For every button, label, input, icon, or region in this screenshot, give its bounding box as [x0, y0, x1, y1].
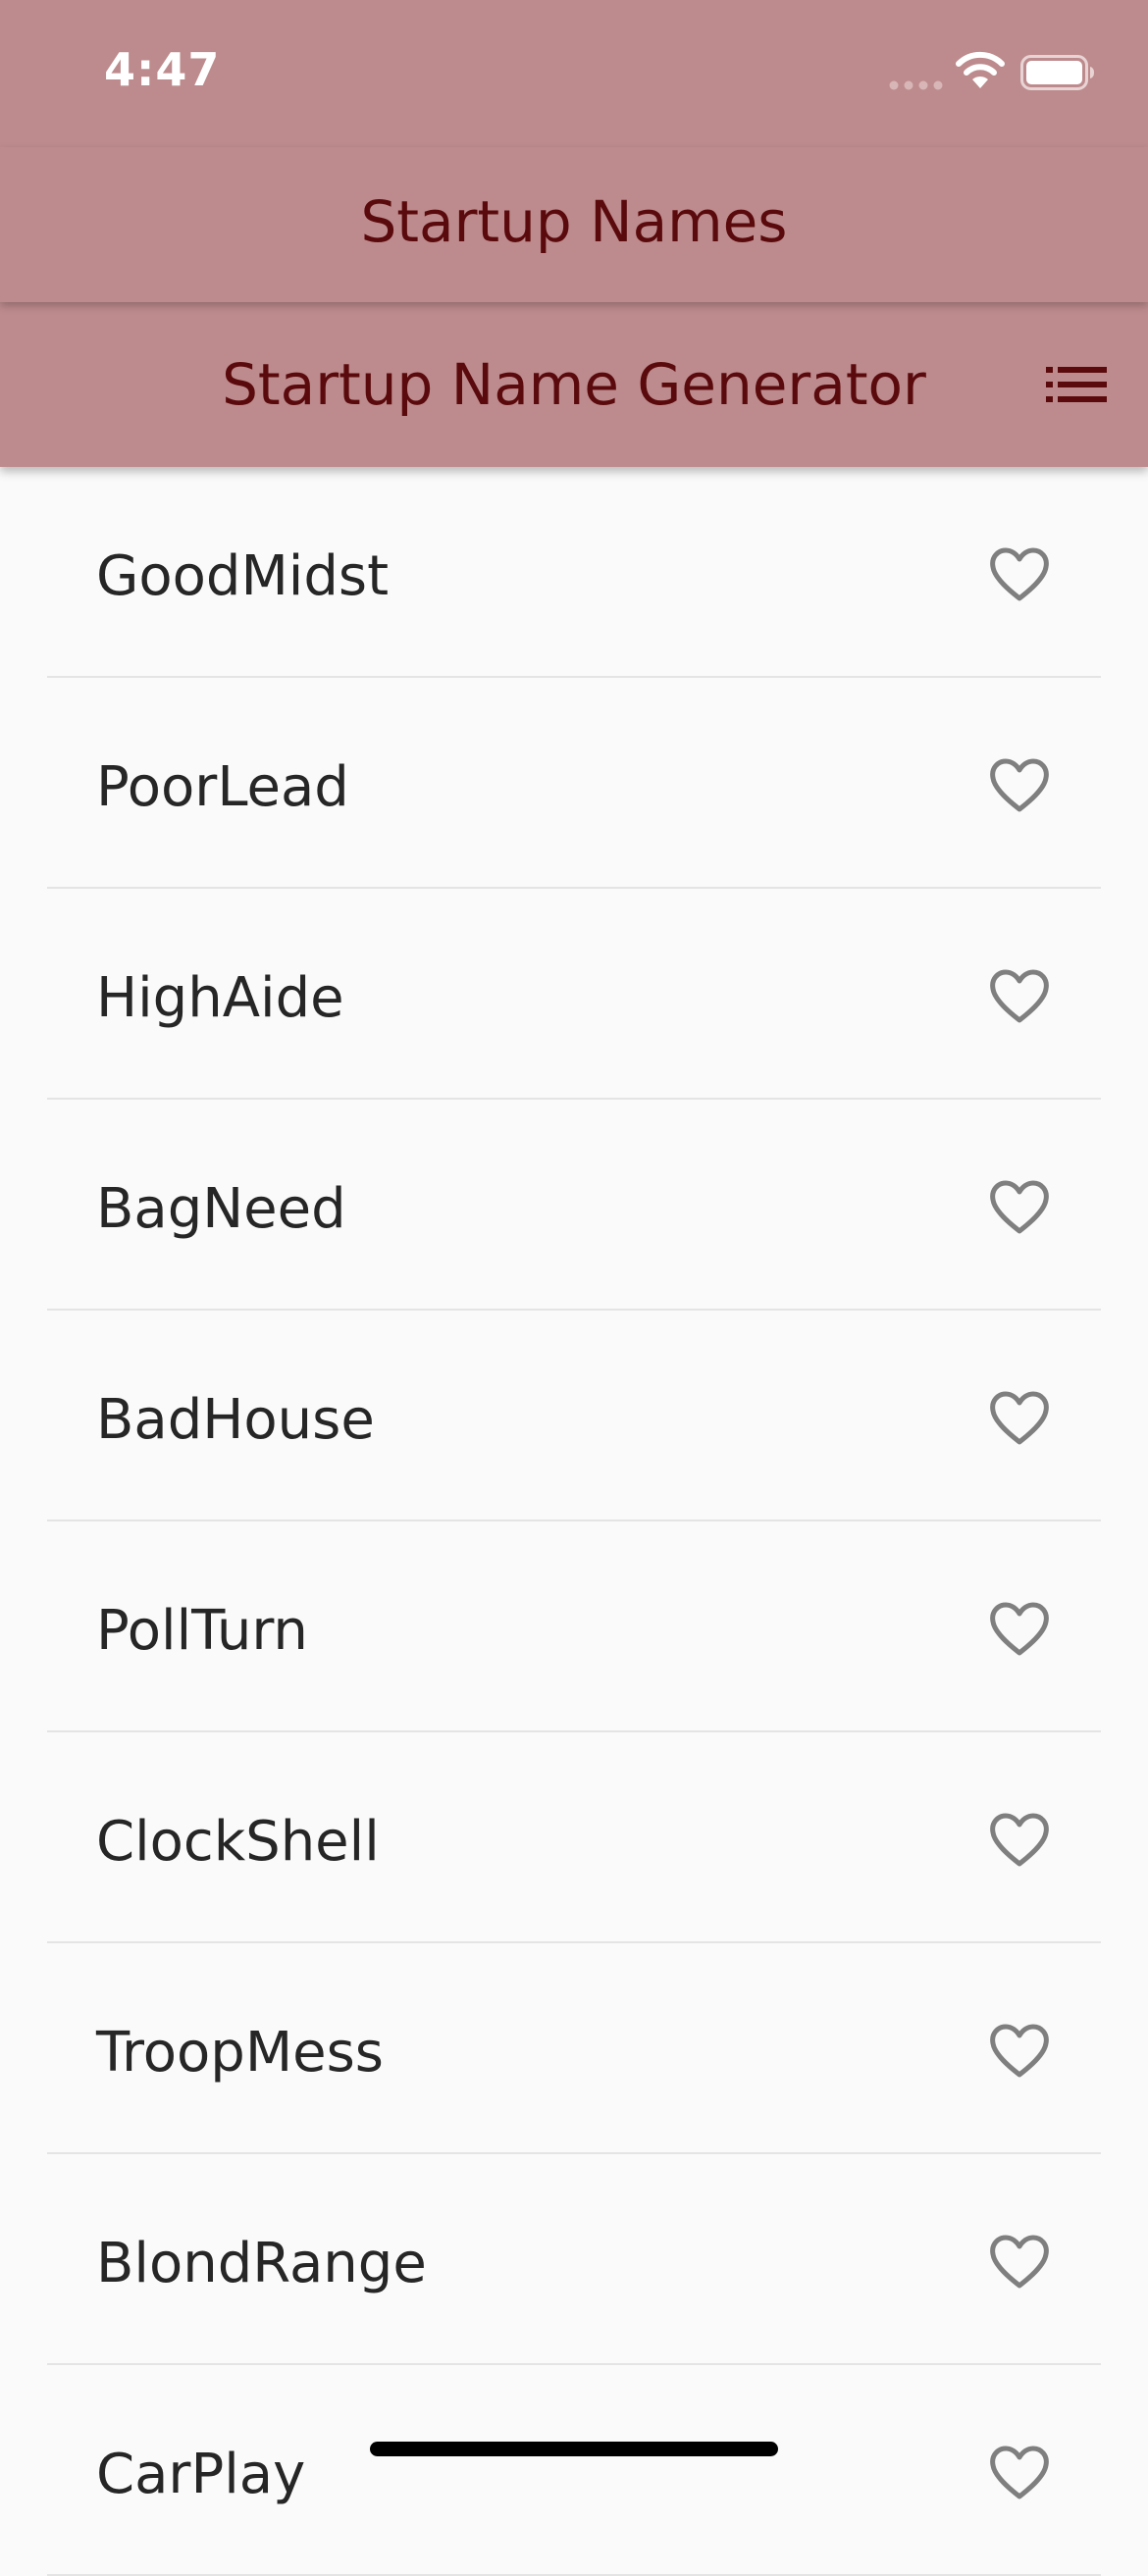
heart-outline-icon[interactable]: [989, 547, 1050, 602]
list-item[interactable]: PoorLead: [0, 678, 1148, 889]
cellular-signal-icon: [889, 80, 943, 90]
heart-outline-icon[interactable]: [989, 758, 1050, 813]
list-item-name: PoorLead: [96, 755, 349, 819]
list-item[interactable]: HighAide: [0, 889, 1148, 1100]
heart-outline-icon[interactable]: [989, 1813, 1050, 1868]
list-item-name: BlondRange: [96, 2232, 427, 2295]
list-item[interactable]: CarPlay: [0, 2365, 1148, 2576]
list-item-name: GoodMidst: [96, 544, 390, 608]
list-item-name: ClockShell: [96, 1810, 380, 1874]
list-item-name: TroopMess: [96, 2021, 384, 2085]
list-item[interactable]: BlondRange: [0, 2154, 1148, 2365]
list-item[interactable]: PollTurn: [0, 1521, 1148, 1732]
battery-icon: [1020, 55, 1094, 90]
list-item-name: HighAide: [96, 966, 344, 1030]
header-bar: Startup Name Generator: [0, 302, 1148, 467]
list-item[interactable]: BadHouse: [0, 1311, 1148, 1521]
heart-outline-icon[interactable]: [989, 2446, 1050, 2500]
list-item-name: BadHouse: [96, 1388, 375, 1452]
heart-outline-icon[interactable]: [989, 969, 1050, 1024]
heart-outline-icon[interactable]: [989, 2024, 1050, 2079]
list-item[interactable]: BagNeed: [0, 1100, 1148, 1311]
heart-outline-icon[interactable]: [989, 1602, 1050, 1657]
list-item-name: CarPlay: [96, 2443, 306, 2506]
page-title: Startup Name Generator: [222, 351, 926, 418]
list-item[interactable]: ClockShell: [0, 1732, 1148, 1943]
status-time: 4:47: [104, 43, 221, 96]
startup-name-list: GoodMidst PoorLead HighAide BagNeed BadHouse…: [0, 467, 1148, 2576]
list-item[interactable]: TroopMess: [0, 1943, 1148, 2154]
heart-outline-icon[interactable]: [989, 1391, 1050, 1446]
wifi-icon: [956, 51, 1005, 88]
list-item-name: PollTurn: [96, 1599, 308, 1663]
home-indicator[interactable]: [370, 2442, 778, 2456]
heart-outline-icon[interactable]: [989, 1180, 1050, 1235]
heart-outline-icon[interactable]: [989, 2235, 1050, 2290]
app-bar: Startup Names: [0, 147, 1148, 302]
status-bar: 4:47: [0, 0, 1148, 147]
list-icon[interactable]: [1046, 365, 1107, 404]
list-item-name: BagNeed: [96, 1177, 346, 1241]
list-item[interactable]: GoodMidst: [0, 467, 1148, 678]
app-bar-title: Startup Names: [360, 188, 788, 255]
